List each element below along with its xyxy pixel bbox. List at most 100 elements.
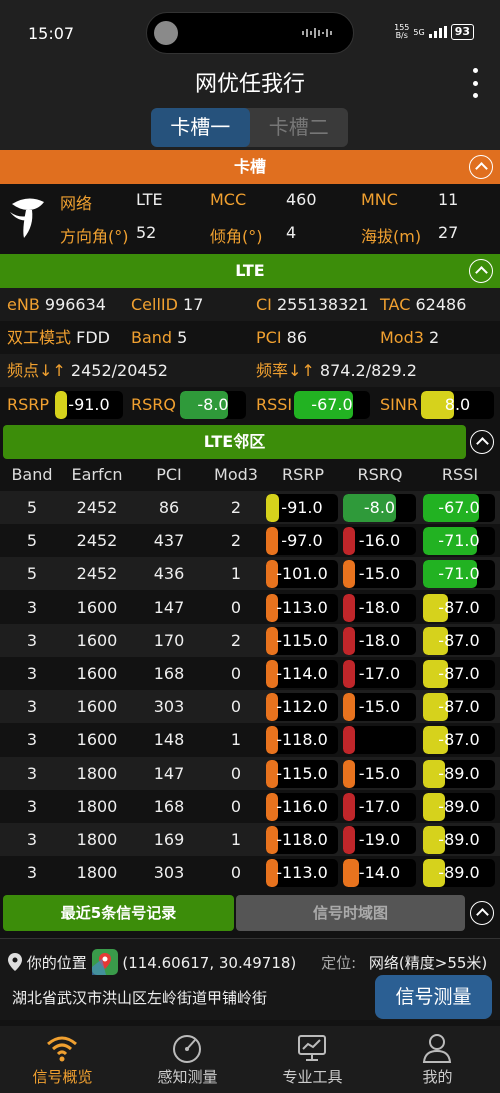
media-thumbnail (154, 21, 178, 45)
card-section-header[interactable]: 卡槽 (0, 150, 500, 184)
neighbor-row: 3 1600 170 2 -115.0 -18.0 -87.0 (0, 623, 500, 657)
neighbor-earfcn: 1800 (76, 796, 118, 816)
col-rssi: RSSI (441, 465, 479, 484)
neighbor-rsrq-meter: -8.0 (343, 494, 416, 522)
neighbor-rsrp-meter: -91.0 (266, 494, 338, 522)
neighbor-row: 3 1800 147 0 -115.0 -15.0 -89.0 (0, 756, 500, 790)
cellid-field: CellID 17 (131, 288, 203, 321)
location-pin-icon (8, 953, 22, 971)
freq-label: 频率↓↑ (256, 361, 315, 380)
neighbor-rsrq-value: -15.0 (358, 564, 401, 584)
sinr-meter: 8.0 (421, 391, 494, 419)
card-section-title: 卡槽 (233, 157, 266, 176)
nav-pro-tools[interactable]: 专业工具 (250, 1026, 375, 1093)
tab-slot-1[interactable]: 卡槽一 (151, 108, 250, 147)
neighbor-mod3: 0 (230, 664, 242, 683)
neighbor-rsrq-value: -16.0 (358, 531, 401, 551)
neighbor-rssi-value: -67.0 (438, 498, 480, 517)
neighbor-rsrp-value: -116.0 (276, 796, 328, 816)
lte-section-header[interactable]: LTE (0, 254, 500, 288)
neighbor-band: 3 (26, 730, 38, 750)
freq-value: 874.2/829.2 (319, 361, 417, 380)
neighbor-band: 3 (26, 697, 38, 717)
neighbor-rsrq-meter: -15.0 (343, 560, 416, 589)
dynamic-island[interactable] (146, 12, 354, 54)
neighbor-rsrq-meter: -15.0 (343, 759, 416, 788)
neighbor-pci: 437 (153, 531, 185, 551)
enb-value: 996634 (44, 295, 106, 314)
collapse-chevron-icon[interactable] (469, 259, 493, 283)
neighbor-pci: 168 (153, 796, 185, 816)
nav-mine[interactable]: 我的 (375, 1026, 500, 1093)
tab-signal-timeline[interactable]: 信号时域图 (236, 895, 465, 931)
neighbor-mod3: 0 (230, 763, 242, 783)
neighbor-earfcn: 2452 (76, 498, 118, 517)
neighbor-section-header[interactable]: LTE邻区 (3, 425, 466, 459)
network-value: LTE (136, 190, 163, 209)
location-line: 你的位置 (114.60617, 30.49718) 定位: 网络(精度>55米… (8, 949, 487, 975)
collapse-chevron-icon[interactable] (470, 430, 494, 454)
mod3-value: 2 (429, 328, 440, 347)
collapse-chevron-icon[interactable] (470, 901, 494, 925)
collapse-chevron-icon[interactable] (469, 155, 493, 179)
neighbor-rssi-meter: -87.0 (423, 726, 495, 755)
record-tabs: 最近5条信号记录 信号时域图 (0, 895, 500, 931)
neighbor-mod3: 2 (230, 531, 242, 551)
lte-section-title: LTE (235, 261, 265, 280)
more-menu-icon[interactable] (468, 68, 482, 98)
network-label: 网络 (60, 194, 93, 213)
neighbor-pci: 170 (153, 630, 185, 650)
neighbor-mod3: 0 (230, 697, 242, 717)
nav-sense-measure[interactable]: 感知测量 (125, 1026, 250, 1093)
signal-measure-button[interactable]: 信号测量 (375, 975, 492, 1019)
neighbor-pci: 148 (153, 730, 185, 750)
neighbor-pci: 147 (153, 597, 185, 617)
status-time: 15:07 (28, 24, 75, 43)
neighbor-band: 5 (26, 531, 38, 551)
band-value: 5 (177, 328, 188, 347)
neighbor-rsrp-value: -118.0 (276, 730, 328, 750)
tilt-label: 倾角(°) (210, 227, 263, 246)
rsrp-label: RSRP (7, 395, 50, 414)
nav-signal-overview[interactable]: 信号概览 (0, 1026, 125, 1093)
neighbor-rssi-meter: -87.0 (423, 626, 495, 655)
ci-field: CI 255138321 (256, 288, 369, 321)
neighbor-pci: 436 (153, 564, 185, 584)
tab-recent-records[interactable]: 最近5条信号记录 (3, 895, 234, 931)
neighbor-rssi-meter: -87.0 (423, 593, 495, 622)
mcc-value: 460 (286, 190, 317, 209)
neighbor-rssi-value: -89.0 (438, 763, 480, 783)
pci-value: 86 (286, 328, 307, 347)
neighbor-rsrq-meter: -19.0 (343, 826, 416, 854)
tab-slot-2[interactable]: 卡槽二 (250, 108, 349, 147)
mnc-value: 11 (438, 190, 459, 209)
mcc-label: MCC (210, 190, 247, 209)
altitude-value: 27 (438, 223, 459, 242)
app-title-bar: 网优任我行 (0, 60, 500, 105)
card-info-panel: 网络 LTE MCC 460 MNC 11 方向角(°) 52 倾角(°) 4 … (0, 184, 500, 250)
duplex-field: 双工模式 FDD (7, 321, 110, 354)
neighbor-band: 3 (26, 664, 38, 683)
col-mod3: Mod3 (214, 465, 258, 484)
neighbor-rssi-value: -71.0 (438, 564, 480, 584)
neighbor-rsrp-meter: -115.0 (266, 626, 338, 655)
gauge-icon (173, 1035, 201, 1063)
rssi-value: -67.0 (311, 395, 353, 414)
neighbor-mod3: 0 (230, 597, 242, 617)
neighbor-rsrq-value: -17.0 (358, 796, 401, 816)
neighbor-row: 5 2452 437 2 -97.0 -16.0 -71.0 (0, 524, 500, 557)
neighbor-rsrq-meter: -18.0 (343, 626, 416, 655)
neighbor-rssi-meter: -87.0 (423, 693, 495, 722)
neighbor-pci: 86 (158, 498, 180, 517)
google-maps-icon[interactable] (91, 949, 118, 975)
rsrq-meter: -8.0 (180, 391, 246, 419)
col-earfcn: Earfcn (71, 465, 123, 484)
neighbor-rsrq-meter (343, 726, 416, 755)
locate-label: 定位: (321, 954, 357, 972)
neighbor-mod3: 1 (230, 564, 242, 584)
neighbor-section-title: LTE邻区 (203, 432, 266, 451)
neighbor-mod3: 0 (230, 796, 242, 816)
neighbor-band: 3 (26, 597, 38, 617)
lte-row-freq: 频点↓↑ 2452/20452 频率↓↑ 874.2/829.2 (0, 354, 500, 387)
neighbor-rsrp-value: -112.0 (276, 697, 328, 717)
